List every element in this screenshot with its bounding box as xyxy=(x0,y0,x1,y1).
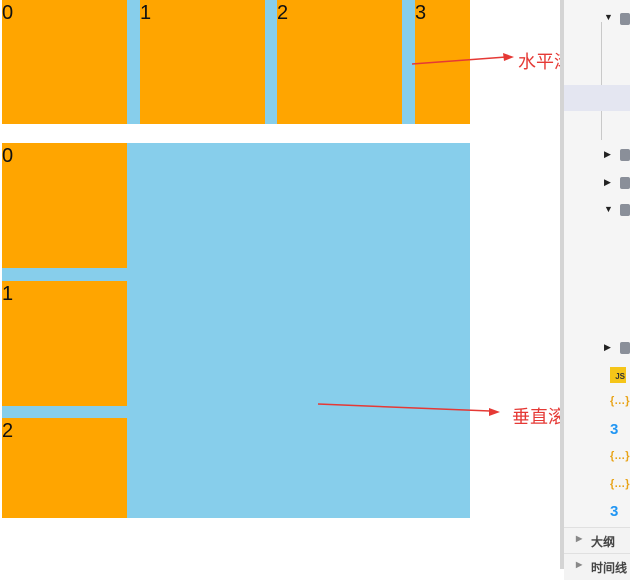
outline-section-header[interactable]: ▶ 大纲 xyxy=(564,527,630,554)
folder-icon xyxy=(620,204,630,216)
file-explorer: ▼ ▶ ▶ ▼ ▶ JS {…} 3 {…} {…} 3 xyxy=(564,0,630,569)
file-css-icon: 3 xyxy=(610,421,619,438)
item-label: 1 xyxy=(140,2,152,24)
tree-row[interactable]: ▼ xyxy=(564,196,630,222)
chevron-right-icon[interactable]: ▶ xyxy=(604,149,611,160)
item-label: 0 xyxy=(2,145,14,167)
tree-row-file[interactable]: 3 xyxy=(564,500,630,526)
scroll-item: 3 xyxy=(415,0,470,124)
tree-row[interactable]: ▶ xyxy=(564,169,630,195)
vertical-scroll-view[interactable]: 0 1 2 xyxy=(2,143,470,518)
folder-icon xyxy=(620,342,630,354)
scroll-item: 1 xyxy=(2,281,127,406)
timeline-label: 时间线 xyxy=(591,561,628,575)
chevron-down-icon[interactable]: ▼ xyxy=(604,12,613,22)
horizontal-arrowhead xyxy=(503,53,514,61)
folder-icon xyxy=(620,177,630,189)
tree-row-selected[interactable] xyxy=(564,85,630,111)
tree-row-file[interactable]: {…} xyxy=(564,473,630,499)
vertical-arrowhead xyxy=(489,408,500,416)
folder-icon xyxy=(620,149,630,161)
outline-label: 大纲 xyxy=(591,535,616,549)
item-label: 2 xyxy=(2,420,14,442)
scroll-item: 0 xyxy=(2,0,127,124)
scroll-item: 1 xyxy=(140,0,265,124)
tree-row[interactable]: ▼ xyxy=(564,4,630,30)
preview-area: 0 1 2 3 0 1 2 xyxy=(0,0,470,569)
chevron-right-icon[interactable]: ▶ xyxy=(604,177,611,188)
tree-indent-guide xyxy=(601,22,602,140)
scroll-item: 0 xyxy=(2,143,127,268)
file-json-icon: {…} xyxy=(610,450,630,462)
item-label: 2 xyxy=(277,2,289,24)
item-label: 0 xyxy=(2,2,14,24)
tree-row-file[interactable]: {…} xyxy=(564,445,630,471)
chevron-down-icon[interactable]: ▼ xyxy=(604,204,613,214)
file-css-icon: 3 xyxy=(610,503,619,520)
file-json-icon: {…} xyxy=(610,395,630,407)
horizontal-scroll-view[interactable]: 0 1 2 3 xyxy=(2,0,470,124)
item-label: 1 xyxy=(2,283,14,305)
tree-row[interactable]: ▶ xyxy=(564,334,630,360)
scroll-item: 2 xyxy=(2,418,127,518)
chevron-right-icon: ▶ xyxy=(576,534,583,543)
file-json-icon: {…} xyxy=(610,478,630,490)
chevron-right-icon[interactable]: ▶ xyxy=(604,342,611,353)
file-js-icon: JS xyxy=(610,367,626,383)
tree-row-file[interactable]: 3 xyxy=(564,418,630,444)
tree-row-file[interactable]: JS xyxy=(564,363,630,389)
tree-row-file[interactable]: {…} xyxy=(564,390,630,416)
folder-icon xyxy=(620,13,630,25)
chevron-right-icon: ▶ xyxy=(576,560,583,569)
tree-row[interactable]: ▶ xyxy=(564,141,630,167)
scroll-item: 2 xyxy=(277,0,402,124)
timeline-section-header[interactable]: ▶ 时间线 xyxy=(564,553,630,580)
item-label: 3 xyxy=(415,2,427,24)
